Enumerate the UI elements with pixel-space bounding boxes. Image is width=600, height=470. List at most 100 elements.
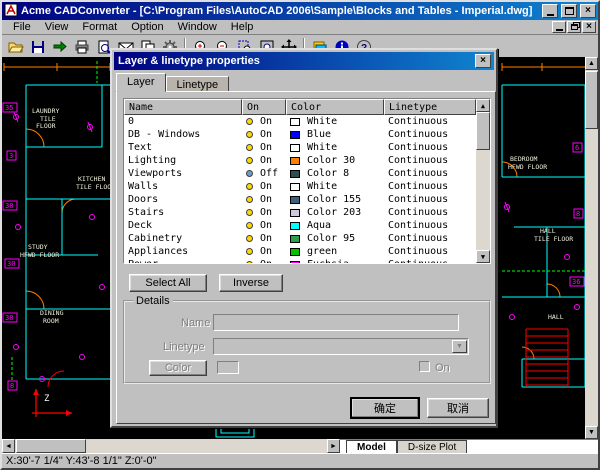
color-name: Blue	[303, 129, 331, 140]
mdi-close-button[interactable]: ×	[582, 21, 596, 33]
tab-model[interactable]: Model	[346, 440, 397, 453]
color-swatch[interactable]	[290, 144, 300, 152]
on-state: On	[256, 246, 272, 257]
bulb-off-icon[interactable]	[246, 170, 253, 177]
list-scroll-thumb[interactable]	[476, 112, 490, 150]
color-swatch[interactable]	[290, 222, 300, 230]
color-swatch[interactable]	[290, 248, 300, 256]
bulb-icon[interactable]	[246, 196, 253, 203]
canvas-horizontal-scrollbar[interactable]: ◄ ►	[2, 439, 340, 453]
menu-window[interactable]: Window	[171, 20, 224, 34]
open-icon[interactable]	[5, 37, 26, 57]
layer-row[interactable]: Doors On Color 155 Continuous	[124, 193, 490, 206]
canvas-vertical-scrollbar[interactable]: ▲ ▼	[585, 57, 598, 439]
layer-properties-dialog: Layer & linetype properties × Layer Line…	[110, 48, 498, 428]
save-icon[interactable]	[27, 37, 48, 57]
horizontal-scroll-thumb[interactable]	[16, 439, 86, 453]
convert-icon[interactable]	[49, 37, 70, 57]
bulb-icon[interactable]	[246, 261, 253, 264]
scroll-left-icon[interactable]: ◄	[2, 439, 15, 453]
color-swatch[interactable]	[290, 157, 300, 165]
layer-row[interactable]: Walls On White Continuous	[124, 180, 490, 193]
on-state: Off	[256, 168, 278, 179]
layer-row[interactable]: Stairs On Color 203 Continuous	[124, 206, 490, 219]
menu-view[interactable]: View	[38, 20, 76, 34]
menu-option[interactable]: Option	[124, 20, 170, 34]
linetype-name: Continuous	[384, 233, 476, 244]
room-sublabel: TILE FLOOR	[534, 235, 573, 243]
menu-help[interactable]: Help	[224, 20, 261, 34]
close-button[interactable]: ×	[580, 4, 596, 18]
bulb-icon[interactable]	[246, 118, 253, 125]
linetype-select: ▼	[213, 338, 469, 355]
column-header-color[interactable]: Color	[286, 99, 384, 115]
color-swatch[interactable]	[290, 261, 300, 265]
on-state: On	[256, 155, 272, 166]
linetype-name: Continuous	[384, 142, 476, 153]
status-bar: X:30'-7 1/4" Y:43'-8 1/1" Z:0'-0"	[2, 453, 598, 468]
color-swatch[interactable]	[290, 183, 300, 191]
color-swatch[interactable]	[290, 118, 300, 126]
layer-list-header: Name On Color Linetype	[124, 99, 490, 115]
on-checkbox-label: On	[435, 362, 450, 374]
color-swatch[interactable]	[290, 209, 300, 217]
color-swatch[interactable]	[290, 196, 300, 204]
scroll-down-icon[interactable]: ▼	[476, 250, 490, 263]
layer-row[interactable]: Lighting On Color 30 Continuous	[124, 154, 490, 167]
tab-linetype[interactable]: Linetype	[166, 76, 230, 92]
tab-layer[interactable]: Layer	[116, 73, 166, 92]
layer-row[interactable]: Viewports Off Color 8 Continuous	[124, 167, 490, 180]
column-header-on[interactable]: On	[242, 99, 286, 115]
menu-format[interactable]: Format	[75, 20, 124, 34]
color-name: Color 30	[303, 155, 355, 166]
column-header-name[interactable]: Name	[124, 99, 242, 115]
dialog-close-icon[interactable]: ×	[475, 54, 491, 68]
list-scrollbar[interactable]: ▲ ▼	[476, 99, 490, 263]
on-state: On	[256, 259, 272, 264]
coordinates-readout: X:30'-7 1/4" Y:43'-8 1/1" Z:0'-0"	[6, 455, 157, 467]
bulb-icon[interactable]	[246, 222, 253, 229]
bulb-icon[interactable]	[246, 144, 253, 151]
print-icon[interactable]	[71, 37, 92, 57]
bulb-icon[interactable]	[246, 157, 253, 164]
layer-row[interactable]: Appliances On green Continuous	[124, 245, 490, 258]
color-swatch[interactable]	[290, 170, 300, 178]
scroll-up-icon[interactable]: ▲	[476, 99, 490, 112]
linetype-name: Continuous	[384, 259, 476, 264]
tab-d-size-plot[interactable]: D-size Plot	[397, 440, 467, 453]
layer-row[interactable]: DB - Windows On Blue Continuous	[124, 128, 490, 141]
layer-row[interactable]: Cabinetry On Color 95 Continuous	[124, 232, 490, 245]
bulb-icon[interactable]	[246, 131, 253, 138]
column-header-linetype[interactable]: Linetype	[384, 99, 476, 115]
maximize-button[interactable]	[561, 4, 577, 18]
bulb-icon[interactable]	[246, 248, 253, 255]
scroll-up-icon[interactable]: ▲	[585, 57, 598, 70]
scroll-right-icon[interactable]: ►	[327, 439, 340, 453]
color-swatch[interactable]	[290, 131, 300, 139]
bulb-icon[interactable]	[246, 209, 253, 216]
color-swatch[interactable]	[290, 235, 300, 243]
menu-file[interactable]: File	[6, 20, 38, 34]
layer-row[interactable]: Power On Fuchsia Continuous	[124, 258, 490, 264]
mdi-minimize-button[interactable]	[552, 21, 566, 33]
color-name: Color 155	[303, 194, 361, 205]
ok-button[interactable]: 确定	[351, 398, 419, 418]
bulb-icon[interactable]	[246, 183, 253, 190]
bulb-icon[interactable]	[246, 235, 253, 242]
scroll-down-icon[interactable]: ▼	[585, 426, 598, 439]
layer-name: Lighting	[124, 155, 242, 166]
inverse-button[interactable]: Inverse	[219, 274, 283, 292]
layer-row[interactable]: Text On White Continuous	[124, 141, 490, 154]
linetype-name: Continuous	[384, 246, 476, 257]
layer-name: Deck	[124, 220, 242, 231]
details-group: Details Name Linetype ▼ Color On	[123, 300, 491, 384]
layer-row[interactable]: Deck On Aqua Continuous	[124, 219, 490, 232]
detail-color-swatch	[217, 361, 239, 374]
select-all-button[interactable]: Select All	[129, 274, 207, 292]
room-label-hall: HALL	[540, 227, 556, 235]
cancel-button[interactable]: 取消	[427, 398, 489, 418]
layer-row[interactable]: 0 On White Continuous	[124, 115, 490, 128]
mdi-restore-button[interactable]	[567, 21, 581, 33]
minimize-button[interactable]	[542, 4, 558, 18]
vertical-scroll-thumb[interactable]	[585, 71, 598, 129]
